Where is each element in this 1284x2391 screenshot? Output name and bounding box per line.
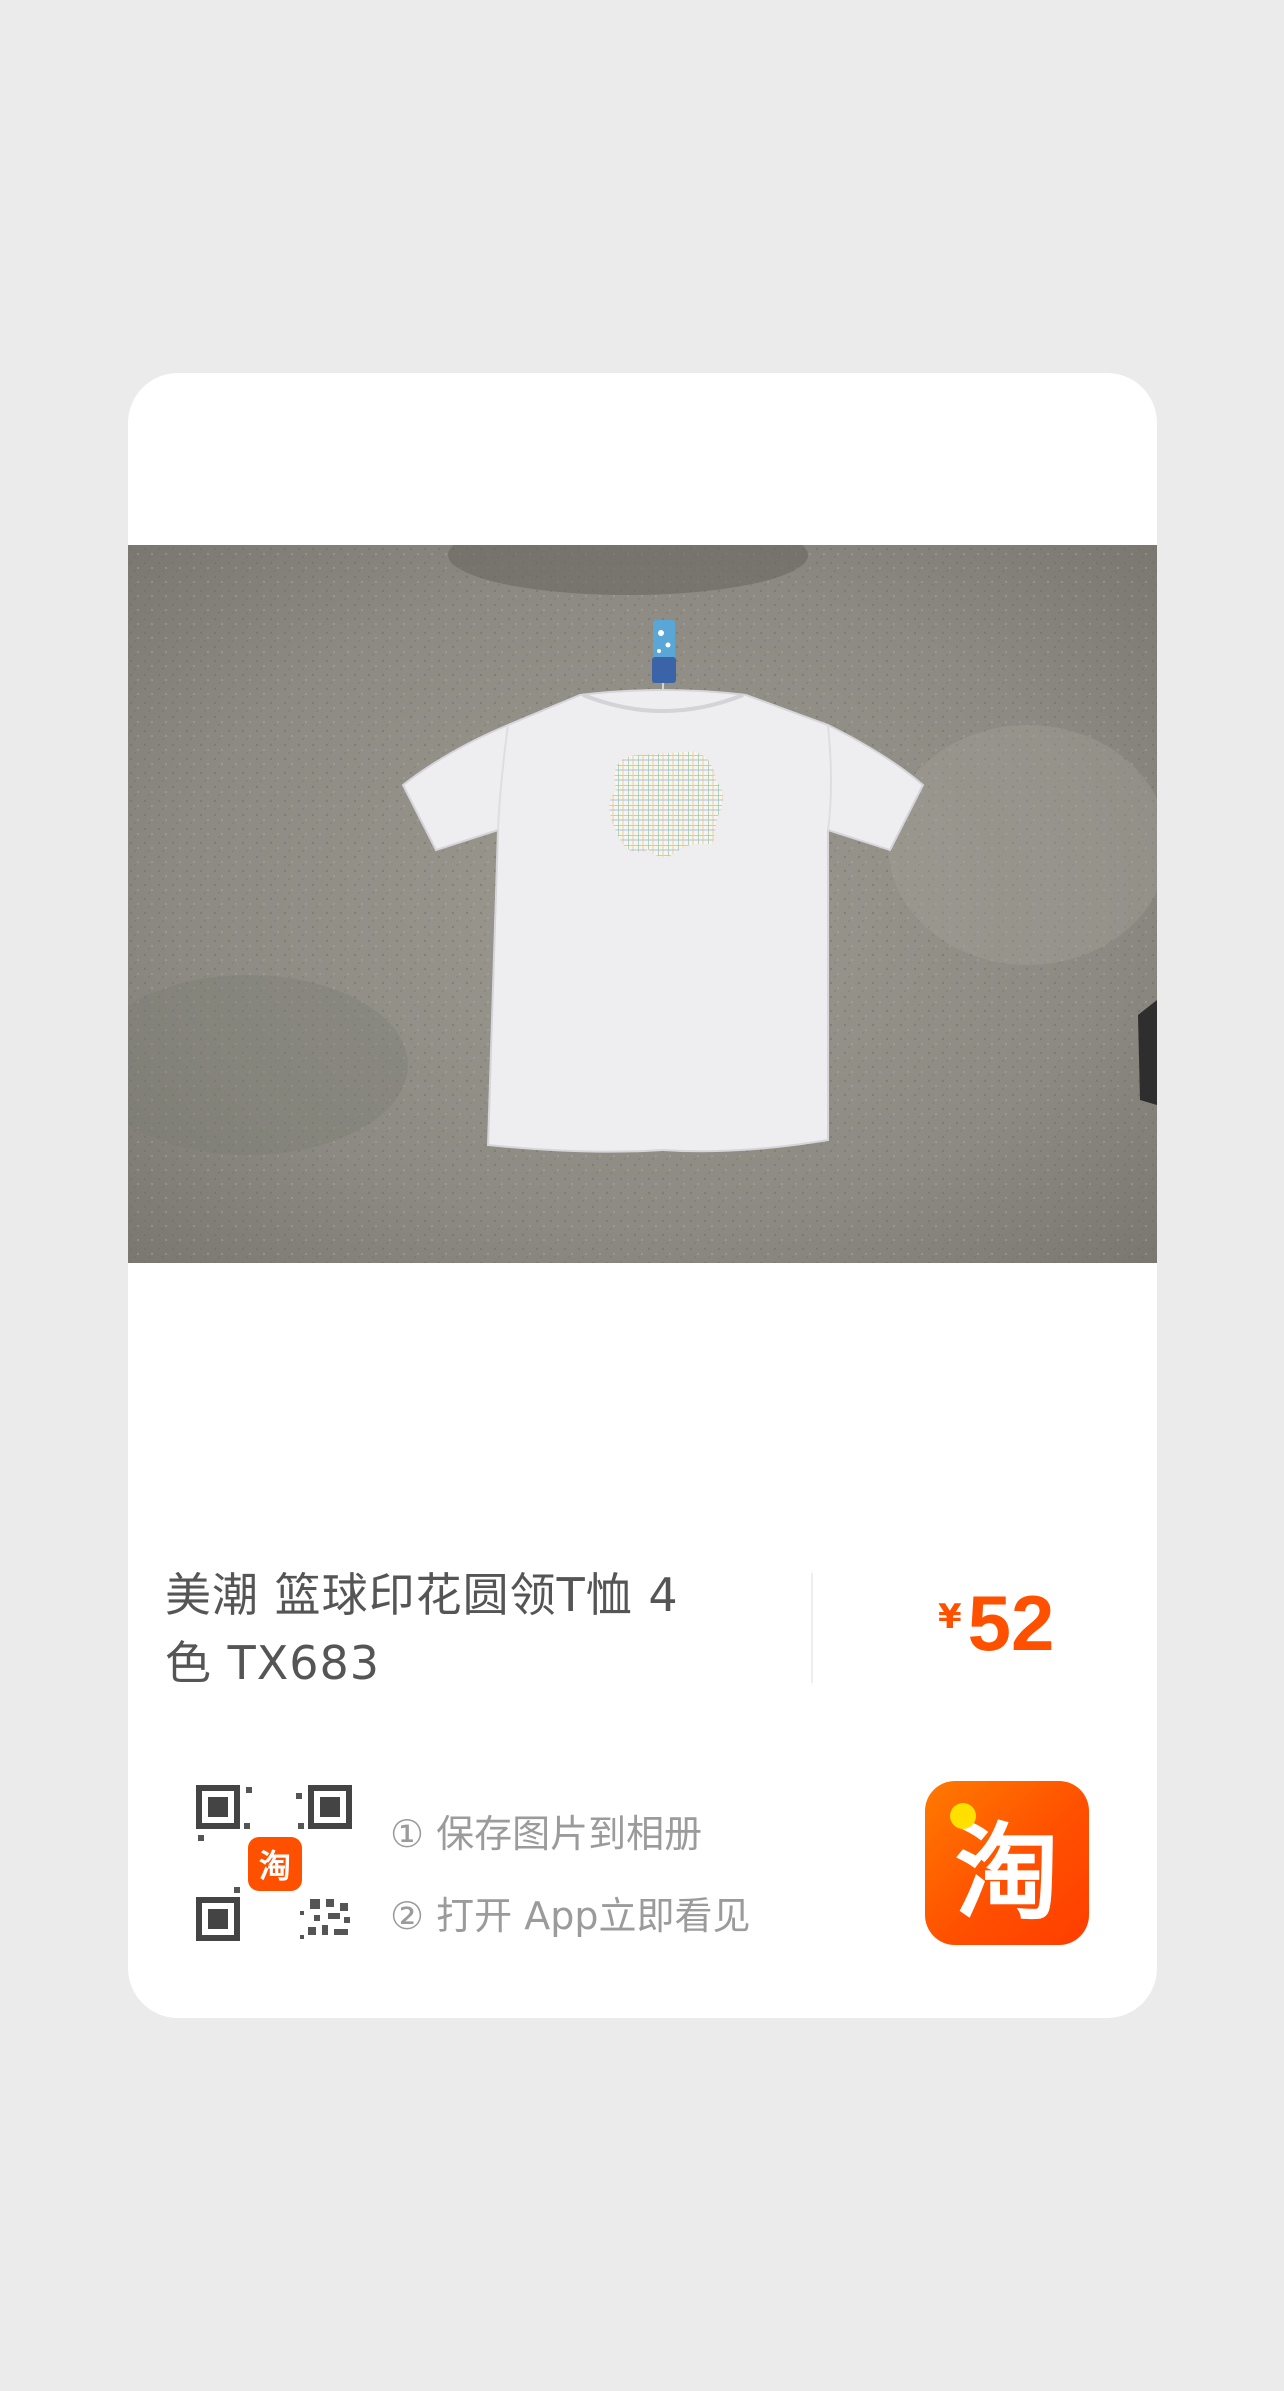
qr-taobao-logo: 淘 <box>248 1837 302 1891</box>
product-image[interactable] <box>128 545 1157 1263</box>
share-card: 美潮 篮球印花圆领T恤 4 色 TX683 ¥52 淘 ① 保存图片到相册 ② … <box>128 373 1157 2018</box>
price-amount: 52 <box>967 1579 1055 1667</box>
product-title: 美潮 篮球印花圆领T恤 4 色 TX683 <box>165 1561 765 1697</box>
taobao-app-dot <box>950 1803 976 1829</box>
step-save-image: ① 保存图片到相册 <box>390 1812 703 1856</box>
product-price: ¥52 <box>938 1578 1054 1669</box>
product-title-line2: 色 TX683 <box>165 1636 381 1690</box>
taobao-app-glyph: 淘 <box>954 1811 1059 1934</box>
share-steps: ① 保存图片到相册 ② 打开 App立即看见 <box>390 1793 750 1957</box>
product-title-line1: 美潮 篮球印花圆领T恤 4 <box>165 1568 679 1622</box>
qr-code-icon[interactable]: 淘 <box>194 1783 354 1943</box>
divider <box>811 1573 813 1683</box>
currency-symbol: ¥ <box>938 1597 962 1637</box>
step-open-app: ② 打开 App立即看见 <box>390 1894 751 1938</box>
taobao-app-icon[interactable]: 淘 <box>925 1781 1089 1945</box>
